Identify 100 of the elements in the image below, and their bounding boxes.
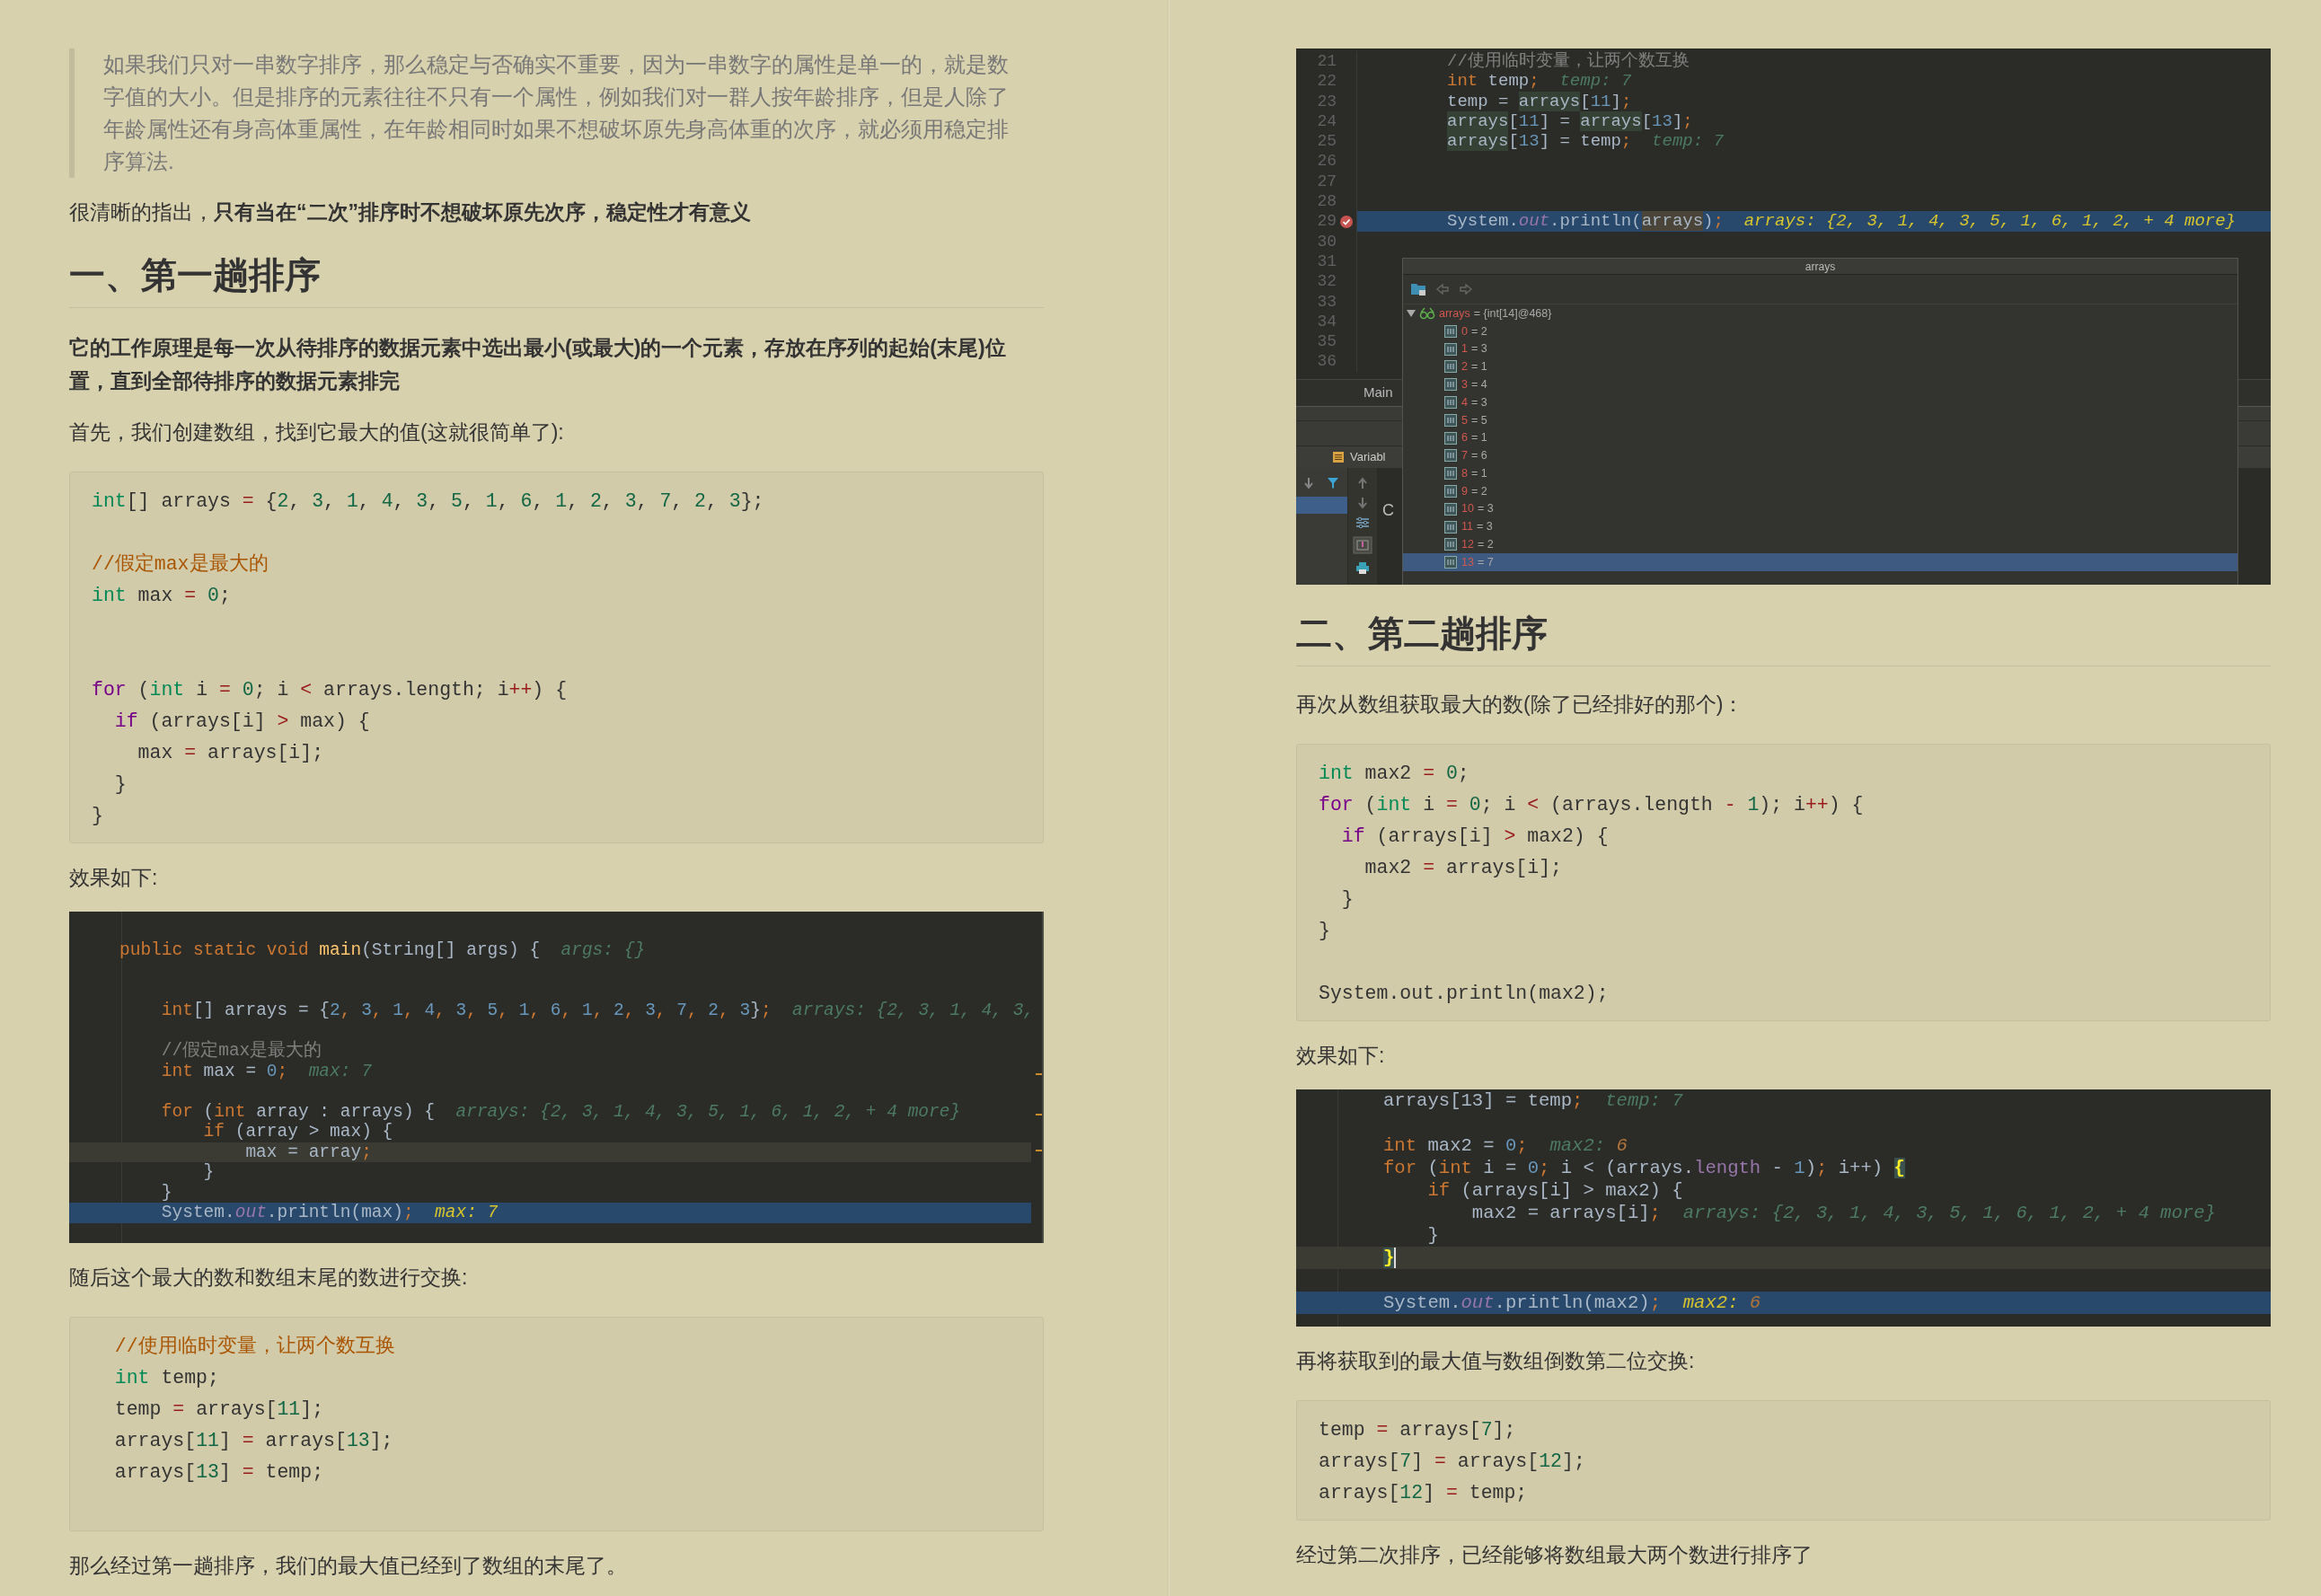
code-line: } (1426, 1224, 1440, 1247)
line-number: 26 (1316, 151, 1337, 172)
back-icon[interactable] (1435, 283, 1450, 295)
filter-icon[interactable] (1327, 477, 1339, 489)
code-line: //使用临时变量，让两个数互换 (113, 1334, 396, 1359)
forward-icon[interactable] (1459, 283, 1473, 295)
tree-row[interactable]: 1 = 3 (1403, 339, 2237, 358)
tree-item-label: 3 = 4 (1461, 376, 1487, 392)
tree-item-label: 4 = 3 (1461, 394, 1487, 410)
code-line: temp = arrays[11]; (113, 1398, 325, 1422)
up-arrow-icon[interactable] (1357, 477, 1368, 489)
paragraph: 它的工作原理是每一次从待排序的数据元素中选出最小(或最大)的一个元素，存放在序列的起始(末尾)位置，直到全部待排序的数据元素排完 (69, 335, 1007, 394)
code-line: //使用临时变量，让两个数互换 (1356, 51, 2271, 72)
settings-icon[interactable] (1355, 516, 1370, 529)
code-line: temp = arrays[7]; (1319, 1418, 1517, 1442)
line-number: 33 (1316, 291, 1337, 312)
field-icon (1444, 485, 1457, 498)
tree-item-label: 1 = 3 (1461, 341, 1487, 357)
line-number: 36 (1316, 351, 1337, 372)
tree-row[interactable]: 13 = 7 (1403, 553, 2237, 572)
tree-row[interactable]: 12 = 2 (1403, 535, 2237, 554)
section-heading: 一、第一趟排序 (69, 253, 1044, 308)
tree-item-label: 7 = 6 (1461, 448, 1487, 464)
line-number: 24 (1316, 110, 1337, 132)
field-icon (1444, 502, 1457, 516)
tree-item-label: 9 = 2 (1461, 483, 1487, 499)
line-number: 31 (1316, 251, 1337, 272)
line-number: 35 (1316, 331, 1337, 352)
paragraph: 随后这个最大的数和数组末尾的数进行交换: (69, 1265, 469, 1291)
popup-title: arrays (1403, 259, 2237, 275)
field-icon (1444, 467, 1457, 481)
tree-row[interactable]: 6 = 1 (1403, 428, 2237, 447)
error-stripe-mark (1036, 1114, 1042, 1115)
field-icon (1444, 556, 1457, 569)
tree-item-label: 5 = 5 (1461, 412, 1487, 428)
tree-node-label[interactable]: arrays = {int[14]@468} (1439, 304, 1552, 322)
error-stripe-mark (1036, 1073, 1042, 1075)
paragraph: 很清晰的指出，只有当在“二次”排序时不想破坏原先次序，稳定性才有意义 (69, 199, 752, 225)
paragraph: 经过第二次排序，已经能够将数组最大两个数进行排序了 (1296, 1542, 1814, 1568)
code-line: for (int i = 0; i < (arrays.length - 1); i++) { (1382, 1157, 1906, 1179)
code-line: //假定max是最大的 (160, 1041, 323, 1062)
line-number: 23 (1316, 91, 1337, 111)
field-icon (1444, 413, 1457, 427)
code-line: int[] arrays = {2, 3, 1, 4, 3, 5, 1, 6, 1, 2, 3, 7, 2, 3}; arrays: {2, 3, 1, 4, 3, (160, 1001, 1031, 1021)
paragraph: 再将获取到的最大值与数组倒数第二位交换: (1296, 1348, 1696, 1374)
tree-row[interactable]: 5 = 5 (1403, 411, 2237, 429)
expand-triangle-icon[interactable] (1407, 309, 1416, 318)
field-icon (1444, 324, 1457, 338)
code-line: max2 = arrays[i]; (1363, 856, 1563, 880)
paragraph: 首先，我们创建数组，找到它最大的值(这就很简单了): (69, 419, 565, 445)
tree-item-label: 6 = 1 (1461, 430, 1487, 446)
paragraph: 那么经过第一趟排序，我们的最大值已经到了数组的末尾了。 (69, 1553, 628, 1579)
code-line: } (92, 804, 104, 828)
folder-icon[interactable] (1410, 282, 1426, 296)
code-line: max2 = arrays[i]; arrays: {2, 3, 1, 4, 3, 5, 1, 6, 1, 2, + 4 more} (1470, 1202, 2217, 1224)
printer-icon[interactable] (1355, 561, 1370, 574)
field-icon (1444, 538, 1457, 551)
line-number: 34 (1316, 311, 1337, 332)
line-number: 32 (1316, 271, 1337, 292)
field-icon (1444, 342, 1457, 356)
tree-item-label: 8 = 1 (1461, 465, 1487, 481)
tree-row[interactable]: 10 = 3 (1403, 499, 2237, 518)
paragraph: 再次从数组获取最大的数(除了已经排好的那个)： (1296, 692, 1745, 718)
line-number: 22 (1316, 71, 1337, 92)
field-icon (1444, 431, 1457, 445)
code-line: temp = arrays[11]; (1356, 91, 2271, 111)
line-number: 21 (1316, 51, 1337, 72)
code-line: int max = 0; (92, 584, 232, 608)
tree-row[interactable]: 9 = 2 (1403, 482, 2237, 500)
down-arrow-icon[interactable] (1303, 477, 1314, 489)
code-line: if (arrays[i] > max2) { (1426, 1179, 1684, 1202)
tool-window-tab[interactable]: Variabl (1350, 448, 1386, 466)
code-line: if (array > max) { (202, 1122, 394, 1142)
code-line: } (113, 772, 128, 797)
down-arrow-icon[interactable] (1357, 497, 1368, 509)
tree-item-label: 0 = 2 (1461, 323, 1487, 339)
tree-row[interactable]: 2 = 1 (1403, 357, 2237, 376)
tree-row[interactable]: 11 = 3 (1403, 517, 2237, 536)
tree-row[interactable]: 3 = 4 (1403, 375, 2237, 394)
section-heading: 二、第二趟排序 (1296, 612, 2271, 666)
tree-row[interactable]: 0 = 2 (1403, 322, 2237, 340)
code-line: } (160, 1182, 173, 1203)
tree-row[interactable]: 8 = 1 (1403, 464, 2237, 483)
error-stripe-mark (1036, 1150, 1042, 1151)
field-icon (1444, 449, 1457, 463)
code-line: for (int i = 0; i < (arrays.length - 1); i++) { (1319, 793, 1865, 817)
field-icon (1444, 396, 1457, 410)
code-line: int max2 = 0; (1319, 762, 1470, 786)
breakpoint-icon[interactable] (1339, 214, 1354, 229)
code-line: int max = 0; max: 7 (160, 1061, 373, 1081)
field-icon (1444, 520, 1457, 533)
breadcrumb[interactable]: Main (1363, 383, 1393, 403)
code-line: } (1319, 919, 1331, 943)
code-line: max = arrays[i]; (137, 741, 325, 765)
tree-row[interactable]: 4 = 3 (1403, 393, 2237, 411)
code-line: int[] arrays = {2, 3, 1, 4, 3, 5, 1, 6, 1, 2, 3, 7, 2, 3}; (92, 489, 765, 514)
console-text: C (1382, 501, 1394, 519)
glasses-icon (1419, 307, 1435, 320)
tree-row[interactable]: 7 = 6 (1403, 446, 2237, 465)
code-line: int temp; (113, 1366, 220, 1390)
